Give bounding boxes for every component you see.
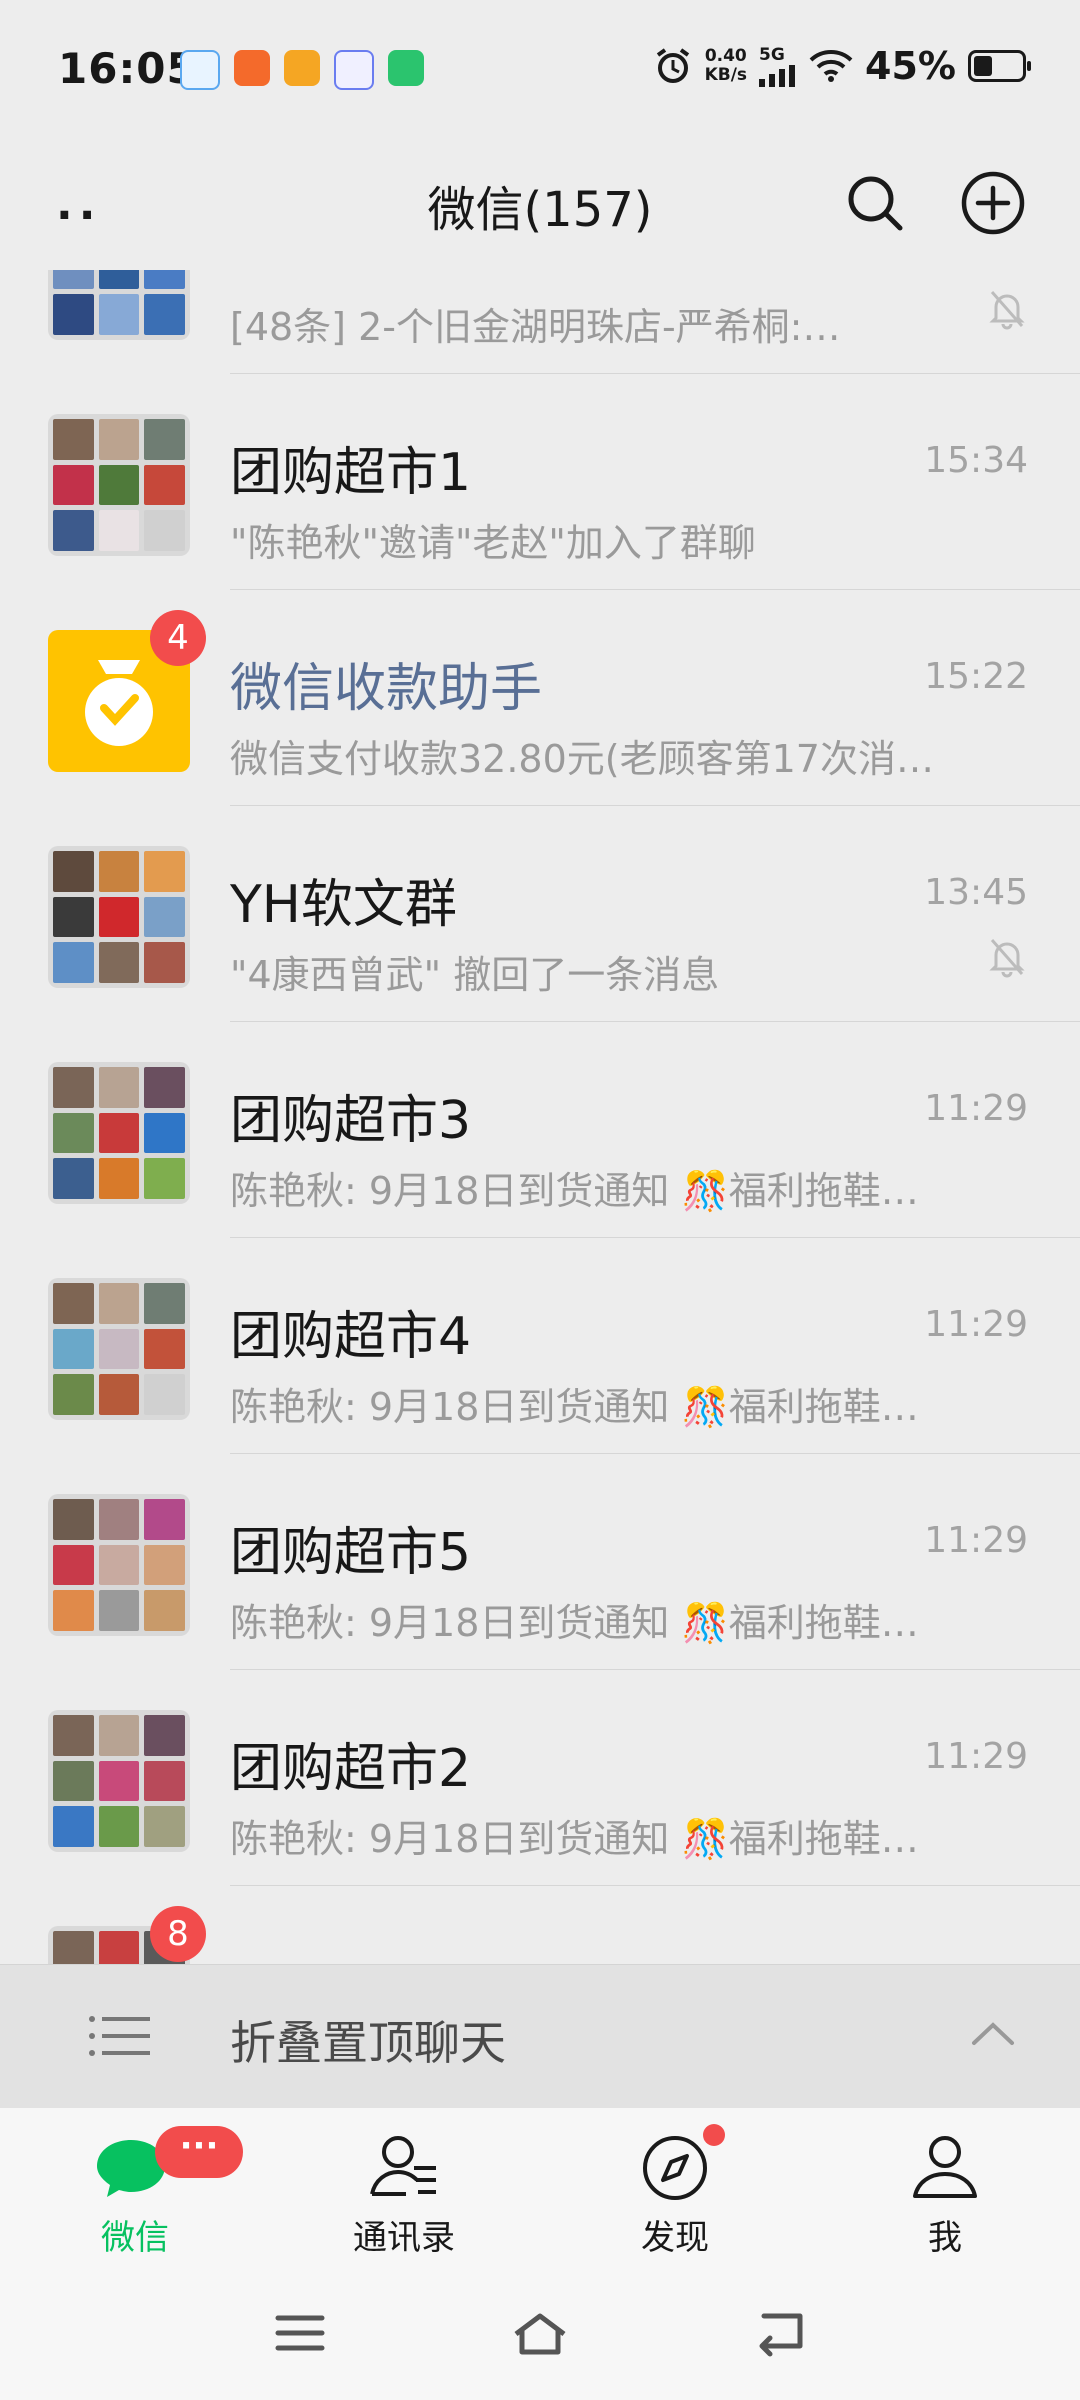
chat-preview: "4康西曾武" 撤回了一条消息 <box>230 953 720 997</box>
battery-percent: 45% <box>865 44 956 88</box>
status-time: 16:05 <box>58 44 197 93</box>
chat-preview: "陈艳秋"邀请"老赵"加入了群聊 <box>230 521 756 565</box>
chevron-up-icon[interactable] <box>968 2013 1018 2053</box>
chat-preview: 陈艳秋: 9月18日到货通知 🎊福利拖鞋… <box>230 1817 919 1861</box>
status-indicators: 0.40 KB/s 5G 45% <box>653 44 1031 88</box>
tab-contacts[interactable]: 通讯录 <box>304 2108 504 2268</box>
fold-pinned-chats-bar[interactable]: 折叠置顶聊天 <box>0 1964 1080 2109</box>
status-bar: 16:05 0.40 KB/s 5G 45% <box>0 0 1080 140</box>
tab-label: 微信 <box>101 2218 169 2258</box>
system-nav-bar <box>0 2268 1080 2400</box>
network-speed-value: 0.40 <box>704 46 747 66</box>
group-avatar <box>48 1062 190 1204</box>
phone-app-icon <box>388 50 424 86</box>
chat-time: 11:29 <box>924 1088 1028 1129</box>
chat-preview: 微信支付收款32.80元(老顾客第17次消… <box>230 737 934 781</box>
group-avatar <box>48 270 190 340</box>
alarm-icon <box>656 48 689 83</box>
chat-time: 15:22 <box>924 656 1028 697</box>
group-avatar <box>48 1494 190 1636</box>
group-avatar <box>48 1278 190 1420</box>
chat-name: 团购超市2 <box>230 1739 472 1799</box>
recent-apps-icon[interactable] <box>270 2308 330 2358</box>
chat-row[interactable]: YH软文群 "4康西曾武" 撤回了一条消息 13:45 <box>0 806 1080 1022</box>
chat-name: 微信收款助手 <box>230 659 543 719</box>
status-app-icons <box>180 50 424 90</box>
chat-name: 团购超市3 <box>230 1091 472 1151</box>
app-header: ·· 微信(157) <box>0 140 1080 270</box>
chat-row[interactable]: 团购超市2 陈艳秋: 9月18日到货通知 🎊福利拖鞋… 11:29 <box>0 1670 1080 1886</box>
tab-label: 发现 <box>641 2218 709 2258</box>
person-icon <box>913 2136 977 2198</box>
chat-preview: 陈艳秋: 9月18日到货通知 🎊福利拖鞋… <box>230 1385 919 1429</box>
unread-badge: 4 <box>150 610 206 666</box>
home-icon[interactable] <box>510 2308 570 2358</box>
fold-label: 折叠置顶聊天 <box>230 2016 506 2070</box>
mute-bell-icon <box>989 291 1025 330</box>
chat-row[interactable]: 8 <box>0 1886 1080 1964</box>
back-icon[interactable] <box>750 2308 810 2358</box>
chat-name: 团购超市1 <box>230 443 472 503</box>
page-title: 微信(157) <box>427 182 653 238</box>
chat-row[interactable]: 4 微信收款助手 微信支付收款32.80元(老顾客第17次消… 15:22 <box>0 590 1080 806</box>
network-speed: 0.40 KB/s <box>705 47 747 85</box>
network-speed-unit: KB/s <box>704 65 748 85</box>
notification-app-icon <box>334 50 374 90</box>
notification-app-icon <box>234 50 270 86</box>
notification-app-icon <box>180 50 220 90</box>
chat-time: 13:45 <box>924 872 1028 913</box>
group-avatar <box>48 414 190 556</box>
chat-list[interactable]: ... [48条] 2-个旧金湖明珠店-严希桐:… 团购超市1 "陈艳秋"邀请"… <box>0 270 1080 1964</box>
chat-time: 11:29 <box>924 1736 1028 1777</box>
chat-row[interactable]: 团购超市4 陈艳秋: 9月18日到货通知 🎊福利拖鞋… 11:29 <box>0 1238 1080 1454</box>
chat-time: 15:34 <box>924 440 1028 481</box>
chats-more-badge: ··· <box>155 2126 243 2178</box>
chat-row[interactable]: 团购超市3 陈艳秋: 9月18日到货通知 🎊福利拖鞋… 11:29 <box>0 1022 1080 1238</box>
chat-name: YH软文群 <box>230 875 457 935</box>
chat-preview: 陈艳秋: 9月18日到货通知 🎊福利拖鞋… <box>230 1169 919 1213</box>
discover-red-dot <box>703 2124 725 2146</box>
tab-label: 我 <box>928 2218 962 2258</box>
chat-time: 11:29 <box>924 1520 1028 1561</box>
chat-name: 团购超市4 <box>230 1307 472 1367</box>
wifi-icon <box>809 50 853 82</box>
chat-preview: [48条] 2-个旧金湖明珠店-严希桐:… <box>230 305 841 349</box>
add-circle-icon[interactable] <box>958 168 1028 238</box>
chat-row[interactable]: ... [48条] 2-个旧金湖明珠店-严希桐:… <box>0 270 1080 374</box>
notification-app-icon <box>284 50 320 86</box>
chat-name: ... <box>230 270 280 274</box>
network-type: 5G <box>759 45 785 65</box>
chat-name: 团购超市5 <box>230 1523 472 1583</box>
battery-icon <box>968 50 1031 82</box>
tab-chats[interactable]: ··· 微信 <box>35 2108 243 2268</box>
chat-preview: 陈艳秋: 9月18日到货通知 🎊福利拖鞋… <box>230 1601 919 1645</box>
search-icon[interactable] <box>840 168 910 238</box>
tab-me[interactable]: 我 <box>845 2108 1045 2268</box>
signal-bars-icon <box>759 65 796 87</box>
unread-badge: 8 <box>150 1906 206 1962</box>
bottom-tab-bar: ··· 微信 通讯录 发现 我 <box>0 2108 1080 2268</box>
contacts-icon <box>370 2136 436 2196</box>
chat-row[interactable]: 团购超市5 陈艳秋: 9月18日到货通知 🎊福利拖鞋… 11:29 <box>0 1454 1080 1670</box>
group-avatar <box>48 846 190 988</box>
mute-bell-icon <box>989 939 1025 978</box>
compass-icon <box>643 2136 707 2200</box>
cell-signal: 5G <box>759 45 797 87</box>
group-avatar <box>48 1710 190 1852</box>
chat-time: 11:29 <box>924 1304 1028 1345</box>
tab-label: 通讯录 <box>353 2218 455 2258</box>
tab-discover[interactable]: 发现 <box>575 2108 775 2268</box>
chat-row[interactable]: 团购超市1 "陈艳秋"邀请"老赵"加入了群聊 15:34 <box>0 374 1080 590</box>
list-icon <box>89 2016 150 2056</box>
